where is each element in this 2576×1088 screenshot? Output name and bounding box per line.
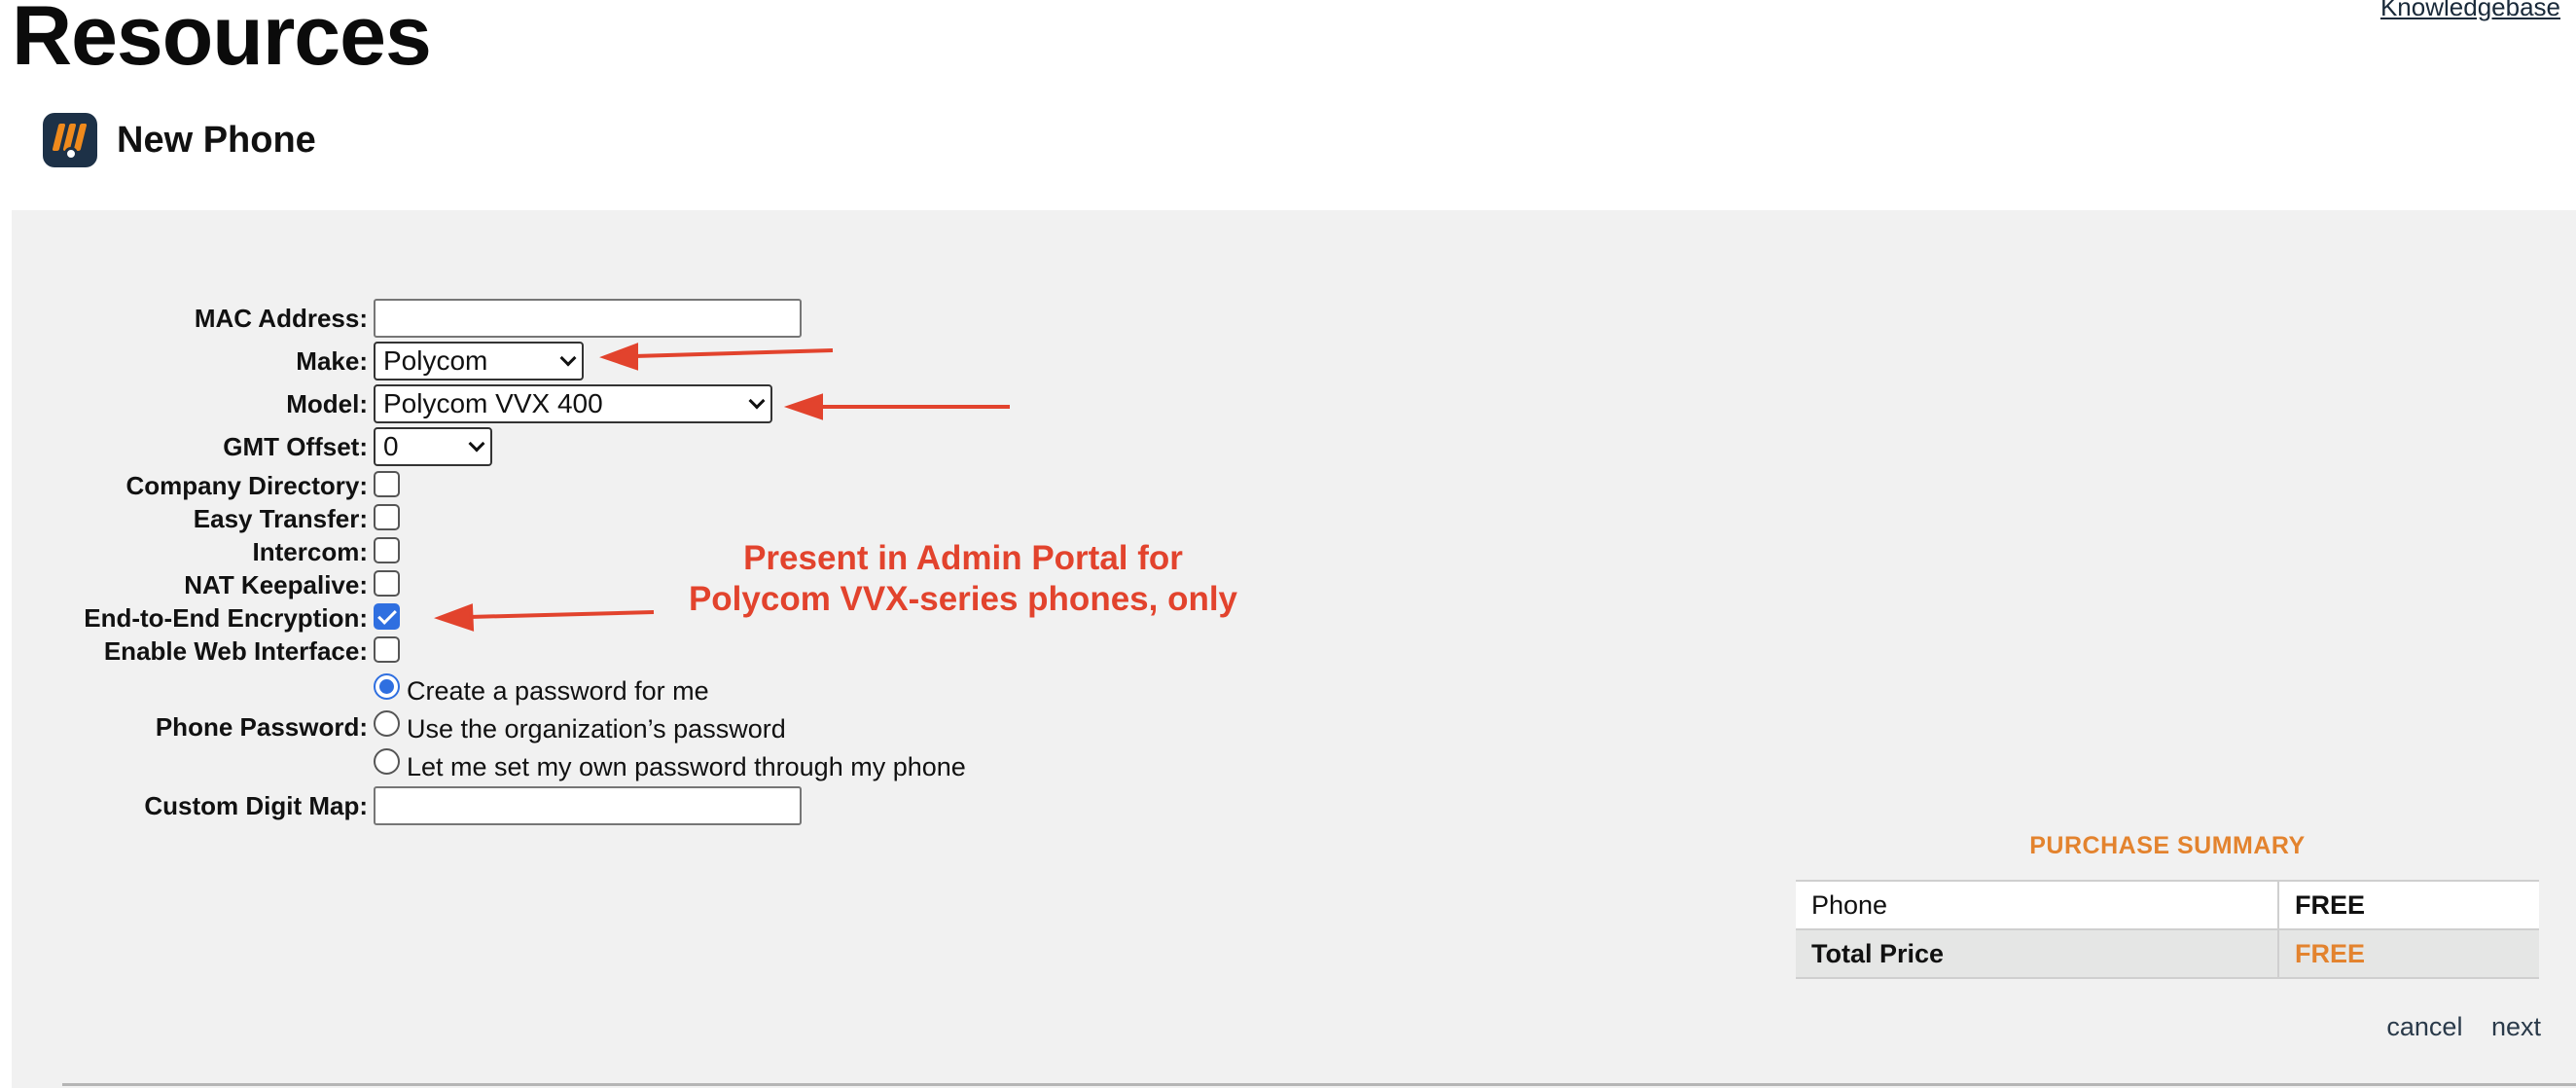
model-select[interactable]: Polycom VVX 400 <box>374 384 772 423</box>
custom-digit-map-input[interactable] <box>374 786 802 825</box>
password-option-own-label[interactable]: Let me set my own password through my ph… <box>407 752 966 782</box>
phone-app-logo-icon <box>43 113 97 167</box>
chevron-down-icon <box>748 392 766 410</box>
mac-address-input[interactable] <box>374 299 802 338</box>
purchase-summary-title: PURCHASE SUMMARY <box>2029 832 2306 859</box>
nat-keepalive-label: NAT Keepalive: <box>184 570 368 599</box>
subheader: New Phone <box>43 111 316 169</box>
phone-password-label: Phone Password: <box>155 712 368 742</box>
annotation-note: Present in Admin Portal for Polycom VVX-… <box>671 538 1255 620</box>
password-option-create-radio[interactable] <box>374 673 400 700</box>
e2e-encryption-label: End-to-End Encryption: <box>84 603 368 633</box>
nat-keepalive-checkbox[interactable] <box>374 570 400 597</box>
company-directory-checkbox[interactable] <box>374 471 400 497</box>
form-actions: cancel next <box>2365 1012 2541 1042</box>
easy-transfer-label: Easy Transfer: <box>193 504 368 533</box>
e2e-encryption-checkbox[interactable] <box>374 603 400 630</box>
table-row: Total Price FREE <box>1796 928 2539 979</box>
gmt-offset-label: GMT Offset: <box>223 432 368 461</box>
divider <box>62 1083 2576 1086</box>
next-link[interactable]: next <box>2491 1012 2541 1041</box>
summary-total-name: Total Price <box>1796 928 2279 979</box>
summary-item-name: Phone <box>1796 880 2279 929</box>
gmt-offset-value: 0 <box>383 431 399 461</box>
company-directory-label: Company Directory: <box>125 471 369 500</box>
summary-total-value: FREE <box>2278 928 2539 979</box>
password-option-own-radio[interactable] <box>374 748 400 775</box>
model-label: Model: <box>286 389 368 418</box>
custom-digit-map-label: Custom Digit Map: <box>144 791 368 820</box>
password-option-org-radio[interactable] <box>374 710 400 737</box>
make-select[interactable]: Polycom <box>374 342 584 381</box>
web-interface-label: Enable Web Interface: <box>103 636 368 666</box>
gmt-offset-select[interactable]: 0 <box>374 427 492 466</box>
make-select-value: Polycom <box>383 345 488 376</box>
mac-address-label: MAC Address: <box>194 304 368 333</box>
model-select-value: Polycom VVX 400 <box>383 388 603 418</box>
page-heading: Resources <box>12 0 432 83</box>
annotation-line-2: Polycom VVX-series phones, only <box>688 580 1238 618</box>
password-option-create-label[interactable]: Create a password for me <box>407 676 709 707</box>
chevron-down-icon <box>559 349 577 367</box>
cancel-link[interactable]: cancel <box>2386 1012 2462 1041</box>
make-label: Make: <box>296 346 368 376</box>
password-option-org-label[interactable]: Use the organization’s password <box>407 714 786 744</box>
table-row: Phone FREE <box>1796 880 2539 929</box>
web-interface-checkbox[interactable] <box>374 636 400 663</box>
purchase-summary-table: Phone FREE Total Price FREE <box>1796 880 2539 979</box>
easy-transfer-checkbox[interactable] <box>374 504 400 530</box>
chevron-down-icon <box>468 435 485 453</box>
intercom-checkbox[interactable] <box>374 537 400 563</box>
page-title: New Phone <box>117 119 316 161</box>
annotation-line-1: Present in Admin Portal for <box>743 539 1183 577</box>
knowledgebase-link[interactable]: Knowledgebase <box>2380 0 2560 22</box>
summary-item-value: FREE <box>2278 880 2539 929</box>
intercom-label: Intercom: <box>252 537 368 566</box>
